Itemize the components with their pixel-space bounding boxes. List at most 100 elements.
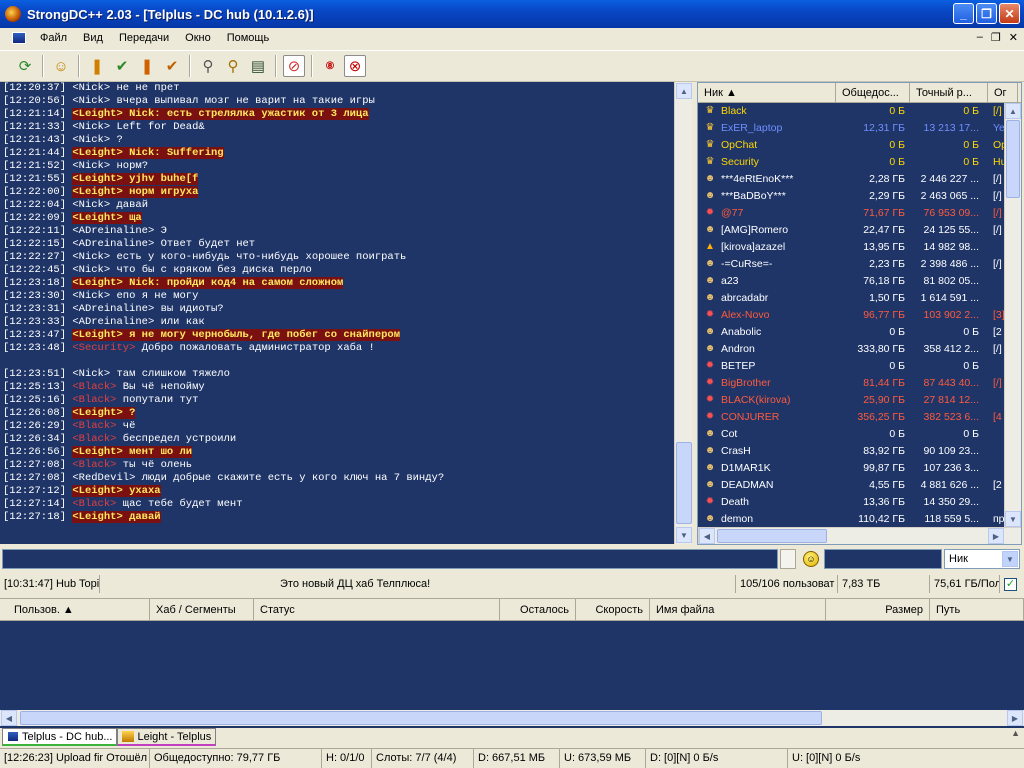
mdi-restore-button[interactable]: ❐ bbox=[991, 31, 1001, 44]
chat-scroll-thumb[interactable] bbox=[676, 442, 692, 524]
reconnect-icon[interactable]: ⟳ bbox=[14, 55, 36, 77]
minimize-button[interactable]: _ bbox=[953, 3, 974, 24]
tab-telplus-hub[interactable]: Telplus - DC hub... bbox=[2, 728, 118, 746]
download-queue-icon[interactable]: ❚ bbox=[86, 55, 108, 77]
chat-nick[interactable]: <Nick> bbox=[72, 82, 110, 94]
col-remaining[interactable]: Осталось bbox=[500, 599, 576, 620]
input-resize-grip[interactable] bbox=[780, 549, 796, 569]
user-scroll-thumb[interactable] bbox=[1006, 120, 1020, 198]
emoticons-button[interactable]: ☺ bbox=[800, 549, 822, 569]
chat-nick[interactable]: <RedDevil> bbox=[72, 472, 135, 484]
chat-nick[interactable]: <Black> bbox=[72, 459, 116, 471]
chat-nick[interactable]: <Nick> bbox=[72, 251, 110, 263]
filter-column-select[interactable]: Ник ▼ bbox=[944, 549, 1020, 569]
finished-downloads-icon[interactable]: ✔ bbox=[111, 55, 133, 77]
user-list-hscroll[interactable]: ◀ ▶ bbox=[698, 527, 1021, 544]
scroll-left-arrow-icon[interactable]: ◀ bbox=[699, 528, 715, 544]
transfer-queue[interactable]: Пользов. ▲ Хаб / Сегменты Статус Осталос… bbox=[0, 598, 1024, 728]
user-row[interactable]: ✹ BigBrother 81,44 ГБ 87 443 40... [/] bbox=[698, 375, 1021, 392]
user-row[interactable]: ✹ CONJURER 356,25 ГБ 382 523 6... [4 bbox=[698, 409, 1021, 426]
chat-nick[interactable]: <Nick> bbox=[72, 160, 110, 172]
user-row[interactable]: ♛ OpChat 0 Б0 Б Op bbox=[698, 137, 1021, 154]
user-row[interactable]: ☻ demon 110,42 ГБ 118 559 5... пр bbox=[698, 511, 1021, 528]
scroll-up-arrow-icon[interactable]: ▲ bbox=[676, 83, 692, 99]
user-list[interactable]: Ник ▲ Общедос... Точный р... Ог ♛ Black 0 … bbox=[697, 82, 1022, 545]
scroll-right-arrow-icon[interactable]: ▶ bbox=[1007, 710, 1023, 726]
user-row[interactable]: ☻ [AMG]Romero 22,47 ГБ 24 125 55... [/] bbox=[698, 222, 1021, 239]
scroll-right-arrow-icon[interactable]: ▶ bbox=[988, 528, 1004, 544]
chat-nick[interactable]: <Leight> bbox=[72, 147, 122, 159]
chat-nick[interactable]: <ADreinaline> bbox=[72, 303, 154, 315]
scroll-up-arrow-icon[interactable]: ▲ bbox=[1005, 103, 1021, 119]
disable-sounds-icon[interactable]: ⊗ bbox=[344, 55, 366, 77]
queue-hscroll-thumb[interactable] bbox=[20, 711, 822, 725]
user-row[interactable]: ✹ BETEP 0 Б 0 Б bbox=[698, 358, 1021, 375]
menu-file[interactable]: Файл bbox=[32, 32, 75, 44]
away-icon[interactable]: ⊘ bbox=[283, 55, 305, 77]
user-row[interactable]: ♛ Security 0 Б0 Б Hu bbox=[698, 154, 1021, 171]
menu-help[interactable]: Помощь bbox=[219, 32, 278, 44]
col-filename[interactable]: Имя файла bbox=[650, 599, 826, 620]
scroll-left-arrow-icon[interactable]: ◀ bbox=[1, 710, 17, 726]
chat-nick[interactable]: <Nick> bbox=[72, 95, 110, 107]
user-row[interactable]: ☻ D1MAR1K 99,87 ГБ 107 236 3... bbox=[698, 460, 1021, 477]
chat-nick[interactable]: <Leight> bbox=[72, 173, 122, 185]
col-tag[interactable]: Ог bbox=[988, 83, 1018, 102]
user-row[interactable]: ✹ @77 71,67 ГБ 76 953 09... [/] bbox=[698, 205, 1021, 222]
favorite-users-icon[interactable]: ☺ bbox=[50, 55, 72, 77]
user-row[interactable]: ☻ ***BaDBoY*** 2,29 ГБ 2 463 065 ... [/] bbox=[698, 188, 1021, 205]
chat-nick[interactable]: <ADreinaline> bbox=[72, 316, 154, 328]
chat-nick[interactable]: <Leight> bbox=[72, 511, 122, 523]
chat-nick[interactable]: <Leight> bbox=[72, 186, 122, 198]
title-bar[interactable]: StrongDC++ 2.03 - [Telplus - DC hub (10.… bbox=[0, 0, 1024, 28]
col-nick[interactable]: Ник ▲ bbox=[698, 83, 836, 102]
user-list-vscroll[interactable]: ▲ ▼ bbox=[1004, 103, 1021, 527]
chat-nick[interactable]: <Leight> bbox=[72, 108, 122, 120]
menu-view[interactable]: Вид bbox=[75, 32, 111, 44]
col-status[interactable]: Статус bbox=[254, 599, 500, 620]
user-row[interactable]: ♛ ExER_laptop 12,31 ГБ 13 213 17... Ye bbox=[698, 120, 1021, 137]
scroll-down-arrow-icon[interactable]: ▼ bbox=[1005, 511, 1021, 527]
chat-nick[interactable]: <Nick> bbox=[72, 134, 110, 146]
message-input[interactable] bbox=[2, 549, 778, 569]
user-row[interactable]: ☻ abrcadabr 1,50 ГБ 1 614 591 ... bbox=[698, 290, 1021, 307]
chat-nick[interactable]: <Black> bbox=[72, 394, 116, 406]
tabs-chevron-up-icon[interactable]: ▲ bbox=[1011, 728, 1020, 746]
user-hscroll-thumb[interactable] bbox=[717, 529, 827, 543]
search-icon[interactable]: ⚲ bbox=[197, 55, 219, 77]
user-row[interactable]: ☻ ***4eRtEnoK*** 2,28 ГБ 2 446 227 ... [/] bbox=[698, 171, 1021, 188]
user-row[interactable]: ✹ Death 13,36 ГБ 14 350 29... bbox=[698, 494, 1021, 511]
chat-nick[interactable]: <Black> bbox=[72, 381, 116, 393]
upload-queue-icon[interactable]: ❚ bbox=[136, 55, 158, 77]
col-size[interactable]: Размер bbox=[826, 599, 930, 620]
col-user[interactable]: Пользов. ▲ bbox=[0, 599, 150, 620]
scroll-down-arrow-icon[interactable]: ▼ bbox=[676, 527, 692, 543]
menu-window[interactable]: Окно bbox=[177, 32, 219, 44]
col-speed[interactable]: Скорость bbox=[576, 599, 650, 620]
chat-nick[interactable]: <Nick> bbox=[72, 199, 110, 211]
user-row[interactable]: ✹ BLACK(kirova) 25,90 ГБ 27 814 12... bbox=[698, 392, 1021, 409]
chat-nick[interactable]: <Nick> bbox=[72, 264, 110, 276]
user-row[interactable]: ☻ a23 76,18 ГБ 81 802 05... bbox=[698, 273, 1021, 290]
chat-nick[interactable]: <Leight> bbox=[72, 212, 122, 224]
hub-window-icon[interactable] bbox=[12, 32, 26, 44]
user-row[interactable]: ✹ Alex-Novo 96,77 ГБ 103 902 2... [3] bbox=[698, 307, 1021, 324]
chat-nick[interactable]: <Security> bbox=[72, 342, 135, 354]
col-hub-segments[interactable]: Хаб / Сегменты bbox=[150, 599, 254, 620]
col-share[interactable]: Общедос... bbox=[836, 83, 910, 102]
chat-nick[interactable]: <Black> bbox=[72, 420, 116, 432]
user-row[interactable]: ☻ DEADMAN 4,55 ГБ 4 881 626 ... [2 bbox=[698, 477, 1021, 494]
chat-nick[interactable]: <Leight> bbox=[72, 407, 122, 419]
adl-search-icon[interactable]: ⚲ bbox=[222, 55, 244, 77]
chat-area[interactable]: [12:20:37] <Nick> не не прет [12:20:56] <… bbox=[0, 82, 674, 544]
mdi-minimize-button[interactable]: – bbox=[977, 31, 983, 44]
chat-nick[interactable]: <Black> bbox=[72, 498, 116, 510]
menu-transfers[interactable]: Передачи bbox=[111, 32, 177, 44]
col-path[interactable]: Путь bbox=[930, 599, 1024, 620]
show-userlist-checkbox[interactable]: ✓ bbox=[1004, 577, 1017, 591]
user-row[interactable]: ☻ Cot 0 Б 0 Б bbox=[698, 426, 1021, 443]
user-row[interactable]: ☻ CrasH 83,92 ГБ 90 109 23... bbox=[698, 443, 1021, 460]
user-filter-input[interactable] bbox=[824, 549, 942, 569]
finished-uploads-icon[interactable]: ✔ bbox=[161, 55, 183, 77]
notepad-icon[interactable]: ▤ bbox=[247, 55, 269, 77]
